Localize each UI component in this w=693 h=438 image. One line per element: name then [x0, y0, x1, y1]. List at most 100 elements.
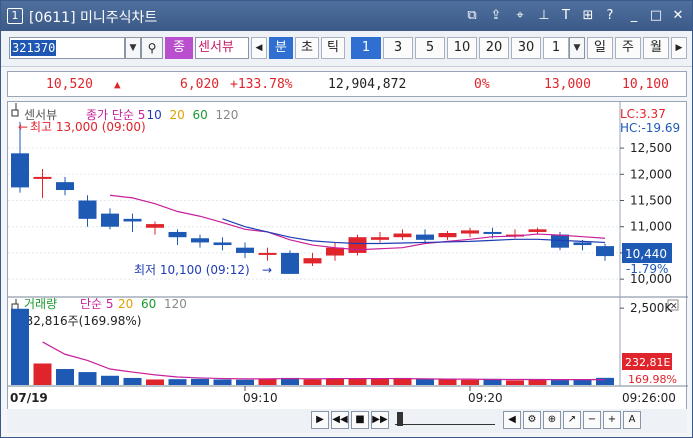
trade-volume: 12,904,872	[328, 77, 407, 92]
second-button[interactable]: 초	[295, 37, 319, 59]
push-pin-icon[interactable]: ⊥	[535, 7, 553, 25]
speed-slider-handle[interactable]	[397, 412, 403, 426]
scroll-left-icon[interactable]: ◀	[503, 411, 521, 429]
price-legend-item-4: 120	[216, 108, 239, 122]
xaxis-ticks: 09:10 09:20	[243, 386, 503, 405]
price-tick-label: 11,500	[630, 194, 672, 208]
candle-body	[33, 176, 52, 179]
price-change: 6,020	[180, 77, 220, 92]
title-bar: 1 [0611] 미니주식차트 ⧉ ⇪ ⌖ ⊥ T ⊞ ? _ □ ✕	[1, 1, 692, 31]
candle	[506, 229, 524, 239]
candle	[146, 221, 164, 235]
period-3-button[interactable]: 3	[383, 37, 413, 59]
text-icon[interactable]: T	[557, 7, 575, 25]
candle-body	[371, 237, 389, 240]
maximize-icon[interactable]: □	[647, 7, 665, 25]
tick-button[interactable]: 틱	[321, 37, 345, 59]
volume-bar	[146, 379, 164, 385]
diff-rate: 0%	[474, 77, 490, 92]
period-30-button[interactable]: 30	[511, 37, 541, 59]
candle-body	[348, 237, 367, 253]
volume-ma5-line	[42, 341, 605, 381]
candle-body	[573, 242, 592, 246]
interval-input[interactable]: 1	[543, 37, 569, 59]
period-10-button[interactable]: 10	[447, 37, 477, 59]
volume-legend-item-3: 120	[164, 297, 187, 311]
chart-area[interactable]: 센서뷰 종가 단순 5 10 20 60 120 LC:3.37 HC:-19.69 1…	[7, 101, 688, 411]
volume-bar	[326, 378, 344, 385]
speed-slider[interactable]	[395, 415, 495, 425]
expand-right-icon[interactable]: ▶	[671, 37, 687, 59]
period-5-button[interactable]: 5	[415, 37, 445, 59]
chart-window: 1 [0611] 미니주식차트 ⧉ ⇪ ⌖ ⊥ T ⊞ ? _ □ ✕ 3213…	[0, 0, 693, 438]
volume-legend: 단순 5 20 60 120	[80, 297, 187, 311]
high-price: 13,000	[544, 77, 591, 92]
candle-body	[191, 238, 209, 243]
crosshair-icon[interactable]: ⊕	[543, 411, 561, 429]
price-legend-item-1: 10	[147, 108, 162, 122]
xaxis-tick-label: 09:10	[243, 391, 278, 405]
trend-icon[interactable]: ↗	[563, 411, 581, 429]
interval-dropdown[interactable]: ▼	[569, 37, 585, 59]
transfer-icon[interactable]: ⇪	[487, 7, 505, 25]
volume-bar	[438, 379, 457, 385]
volume-legend-item-0: 단순 5	[80, 297, 114, 311]
price-tick-label: 12,500	[630, 141, 672, 155]
candle-body	[461, 230, 479, 234]
stock-code-input[interactable]: 321370	[9, 37, 125, 59]
price-tick-label: 11,000	[630, 220, 672, 234]
current-volume-rate: 169.98%	[628, 373, 677, 386]
search-icon[interactable]: ⚲	[141, 37, 163, 59]
candle-body	[528, 229, 547, 232]
ma10-line	[222, 218, 606, 245]
volume-bar	[348, 378, 367, 385]
volume-bar	[371, 378, 389, 385]
zoom-out-icon[interactable]: −	[583, 411, 601, 429]
close-icon[interactable]: ✕	[669, 7, 687, 25]
code-dropdown[interactable]: ▼	[125, 37, 141, 59]
period-20-button[interactable]: 20	[479, 37, 509, 59]
pin-icon[interactable]: ⌖	[511, 7, 529, 25]
settings-icon[interactable]: ⚙	[523, 411, 541, 429]
help-icon[interactable]: ?	[601, 7, 619, 25]
stop-icon[interactable]: ■	[351, 411, 369, 429]
current-rate-label: -1.79%	[626, 262, 668, 276]
market-badge[interactable]: 종	[165, 37, 193, 59]
candle-body	[213, 242, 232, 246]
candle-body	[56, 182, 74, 191]
candle	[191, 234, 209, 248]
zoom-in-icon[interactable]: +	[603, 411, 621, 429]
month-button[interactable]: 월	[643, 37, 669, 59]
link-icon[interactable]: ⧉	[463, 7, 481, 25]
candle	[168, 229, 187, 246]
period-1-button[interactable]: 1	[351, 37, 381, 59]
day-button[interactable]: 일	[587, 37, 613, 59]
up-arrow-icon: ▲	[114, 78, 121, 91]
change-rate: +133.78%	[230, 77, 293, 92]
stock-code: 321370	[11, 40, 57, 56]
fast-forward-icon[interactable]: ▶▶	[371, 411, 389, 429]
candle	[123, 213, 142, 232]
candle	[258, 247, 277, 261]
volume-tick-label: 2,500K	[630, 301, 673, 315]
candle-body	[123, 218, 142, 222]
minute-button[interactable]: 분	[269, 37, 293, 59]
volume-bar	[123, 377, 142, 385]
xaxis-last-time: 09:26:00	[622, 391, 676, 405]
candle	[56, 176, 74, 196]
price-tick-label: 12,000	[630, 167, 672, 181]
play-icon[interactable]: ▶	[311, 411, 329, 429]
collapse-left-icon[interactable]: ◀	[251, 37, 267, 59]
week-button[interactable]: 주	[615, 37, 641, 59]
candle	[236, 242, 254, 259]
candle	[461, 227, 479, 238]
volume-bar	[551, 380, 569, 385]
rewind-icon[interactable]: ◀◀	[331, 411, 349, 429]
grid-icon[interactable]: ⊞	[579, 7, 597, 25]
minimize-icon[interactable]: _	[625, 7, 643, 25]
chart-svg: 센서뷰 종가 단순 5 10 20 60 120 LC:3.37 HC:-19.69 1…	[8, 102, 688, 405]
candle-body	[393, 233, 412, 238]
volume-ma	[42, 341, 605, 381]
xaxis-tick-label: 09:20	[468, 391, 503, 405]
font-size-icon[interactable]: A	[623, 411, 641, 429]
